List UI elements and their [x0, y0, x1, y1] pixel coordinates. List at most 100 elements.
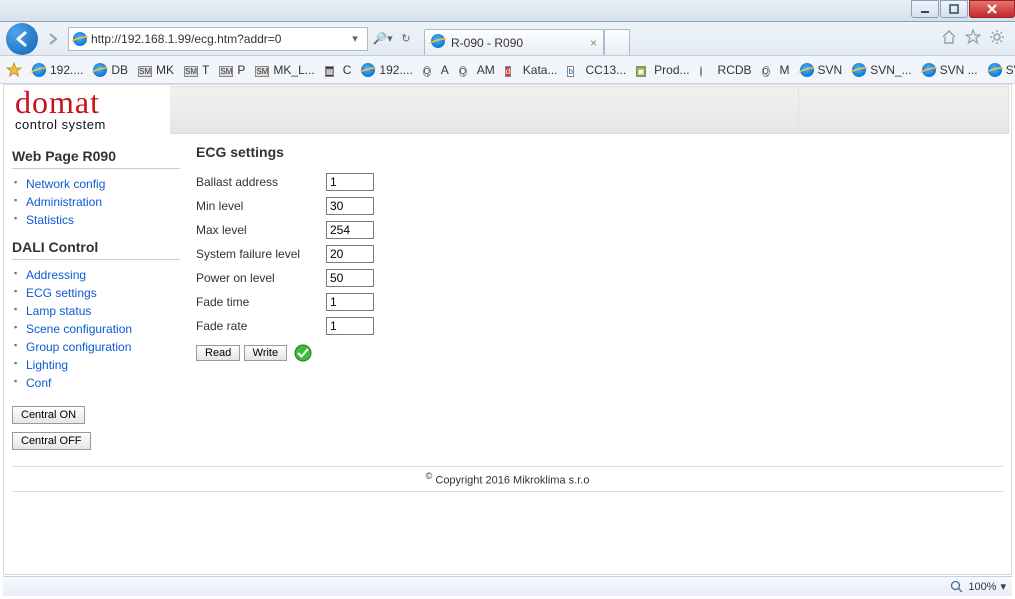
page-footer: © Copyright 2016 Mikroklima s.r.o	[12, 466, 1003, 492]
favorite-item[interactable]: dKata...	[505, 63, 558, 77]
favorite-item[interactable]: SMMK	[138, 63, 174, 77]
add-favorite-icon[interactable]	[6, 62, 22, 78]
forward-button[interactable]	[42, 26, 64, 52]
favorite-item[interactable]: QM	[762, 63, 790, 77]
favorite-icon: b	[567, 63, 581, 77]
favorite-label: SVN ...	[940, 63, 978, 77]
sidebar: Web Page R090 Network config Administrati…	[12, 142, 180, 454]
zoom-dropdown-icon[interactable]: ▾	[1000, 580, 1006, 593]
favorite-label: 192....	[50, 63, 83, 77]
sidebar-item[interactable]: Statistics	[12, 211, 180, 229]
sidebar-link[interactable]: Addressing	[26, 268, 86, 282]
label-fade-time: Fade time	[196, 290, 326, 314]
favorite-item[interactable]: b CC13...	[567, 63, 626, 77]
input-power-on-level[interactable]	[326, 269, 374, 287]
favorites-star-icon[interactable]	[965, 29, 981, 48]
sidebar-link[interactable]: Network config	[26, 177, 105, 191]
sidebar-item[interactable]: Group configuration	[12, 338, 180, 356]
favorite-item[interactable]: SVN_...	[852, 63, 911, 77]
favorite-item[interactable]: SVN ...	[922, 63, 978, 77]
zoom-value[interactable]: 100%	[968, 581, 996, 593]
browser-toolbar: http://192.168.1.99/ecg.htm?addr=0 ▾ 🔎▾ …	[0, 22, 1015, 56]
input-fade-time[interactable]	[326, 293, 374, 311]
url-text: http://192.168.1.99/ecg.htm?addr=0	[91, 32, 343, 46]
main-panel: ECG settings Ballast address Min level M…	[180, 142, 1003, 454]
back-button[interactable]	[6, 23, 38, 55]
address-bar[interactable]: http://192.168.1.99/ecg.htm?addr=0 ▾	[68, 27, 368, 51]
favorite-label: CC13...	[585, 63, 626, 77]
central-off-button[interactable]: Central OFF	[12, 432, 91, 450]
search-dropdown[interactable]: 🔎▾	[372, 32, 394, 45]
favorite-icon	[922, 63, 936, 77]
refresh-button[interactable]: ↻	[398, 32, 414, 45]
favorite-item[interactable]: SMMK_L...	[255, 63, 314, 77]
favorite-label: 192....	[379, 63, 412, 77]
favorite-item[interactable]: SVN	[800, 63, 843, 77]
read-button[interactable]: Read	[196, 345, 240, 361]
write-button[interactable]: Write	[244, 345, 287, 361]
sidebar-item[interactable]: Lamp status	[12, 302, 180, 320]
input-ballast-address[interactable]	[326, 173, 374, 191]
sidebar-link[interactable]: Conf	[26, 376, 51, 390]
favorite-item[interactable]: SVN ...	[988, 63, 1015, 77]
sidebar-heading-dali: DALI Control	[12, 239, 180, 255]
favorite-item[interactable]: ▦C	[325, 63, 352, 77]
input-max-level[interactable]	[326, 221, 374, 239]
sidebar-link[interactable]: ECG settings	[26, 286, 97, 300]
sidebar-item[interactable]: Network config	[12, 175, 180, 193]
input-fade-rate[interactable]	[326, 317, 374, 335]
favorite-icon	[700, 63, 714, 77]
sidebar-link[interactable]: Administration	[26, 195, 102, 209]
favorite-item[interactable]: DB	[93, 63, 128, 77]
favorite-icon	[800, 63, 814, 77]
sidebar-item[interactable]: Addressing	[12, 266, 180, 284]
favorite-label: RCDB	[718, 63, 752, 77]
status-ok-icon	[294, 344, 312, 362]
sidebar-item[interactable]: Administration	[12, 193, 180, 211]
sidebar-item[interactable]: Conf	[12, 374, 180, 392]
main-title: ECG settings	[196, 144, 1003, 160]
favorite-icon: ▦	[325, 63, 339, 77]
sidebar-item[interactable]: ECG settings	[12, 284, 180, 302]
new-tab-button[interactable]	[604, 29, 630, 55]
favorite-icon: SM	[219, 63, 233, 77]
tab-ie-icon	[431, 34, 445, 51]
sidebar-link[interactable]: Statistics	[26, 213, 74, 227]
home-icon[interactable]	[941, 29, 957, 48]
favorite-icon: Q	[423, 63, 437, 77]
window-minimize-button[interactable]	[911, 0, 939, 18]
browser-status-bar: 100% ▾	[3, 576, 1012, 596]
favorite-icon: SM	[184, 63, 198, 77]
favorites-bar: 192....DBSMMKSMTSMPSMMK_L...▦C192....QAQ…	[0, 56, 1015, 84]
sidebar-item[interactable]: Lighting	[12, 356, 180, 374]
sidebar-heading-webpage: Web Page R090	[12, 148, 180, 164]
zoom-icon[interactable]	[950, 580, 964, 594]
sidebar-link[interactable]: Lamp status	[26, 304, 91, 318]
favorite-item[interactable]: 192....	[32, 63, 83, 77]
window-maximize-button[interactable]	[940, 0, 968, 18]
sidebar-link[interactable]: Lighting	[26, 358, 68, 372]
label-min-level: Min level	[196, 194, 326, 218]
sidebar-link[interactable]: Group configuration	[26, 340, 131, 354]
label-ballast-address: Ballast address	[196, 170, 326, 194]
browser-tab-active[interactable]: R-090 - R090 ×	[424, 29, 604, 55]
favorite-item[interactable]: RCDB	[700, 63, 752, 77]
favorite-item[interactable]: QA	[423, 63, 449, 77]
favorite-item[interactable]: SMP	[219, 63, 245, 77]
favorite-icon: ▣	[636, 63, 650, 77]
input-min-level[interactable]	[326, 197, 374, 215]
favorite-label: T	[202, 63, 209, 77]
url-dropdown-icon[interactable]: ▾	[347, 32, 363, 45]
central-on-button[interactable]: Central ON	[12, 406, 85, 424]
favorite-item[interactable]: 192....	[361, 63, 412, 77]
input-system-failure-level[interactable]	[326, 245, 374, 263]
favorite-label: DB	[111, 63, 128, 77]
sidebar-item[interactable]: Scene configuration	[12, 320, 180, 338]
window-close-button[interactable]	[969, 0, 1015, 18]
favorite-item[interactable]: QAM	[459, 63, 495, 77]
favorite-item[interactable]: SM T	[184, 63, 209, 77]
tools-gear-icon[interactable]	[989, 29, 1005, 48]
favorite-item[interactable]: ▣Prod...	[636, 63, 689, 77]
tab-close-icon[interactable]: ×	[590, 36, 597, 50]
sidebar-link[interactable]: Scene configuration	[26, 322, 132, 336]
